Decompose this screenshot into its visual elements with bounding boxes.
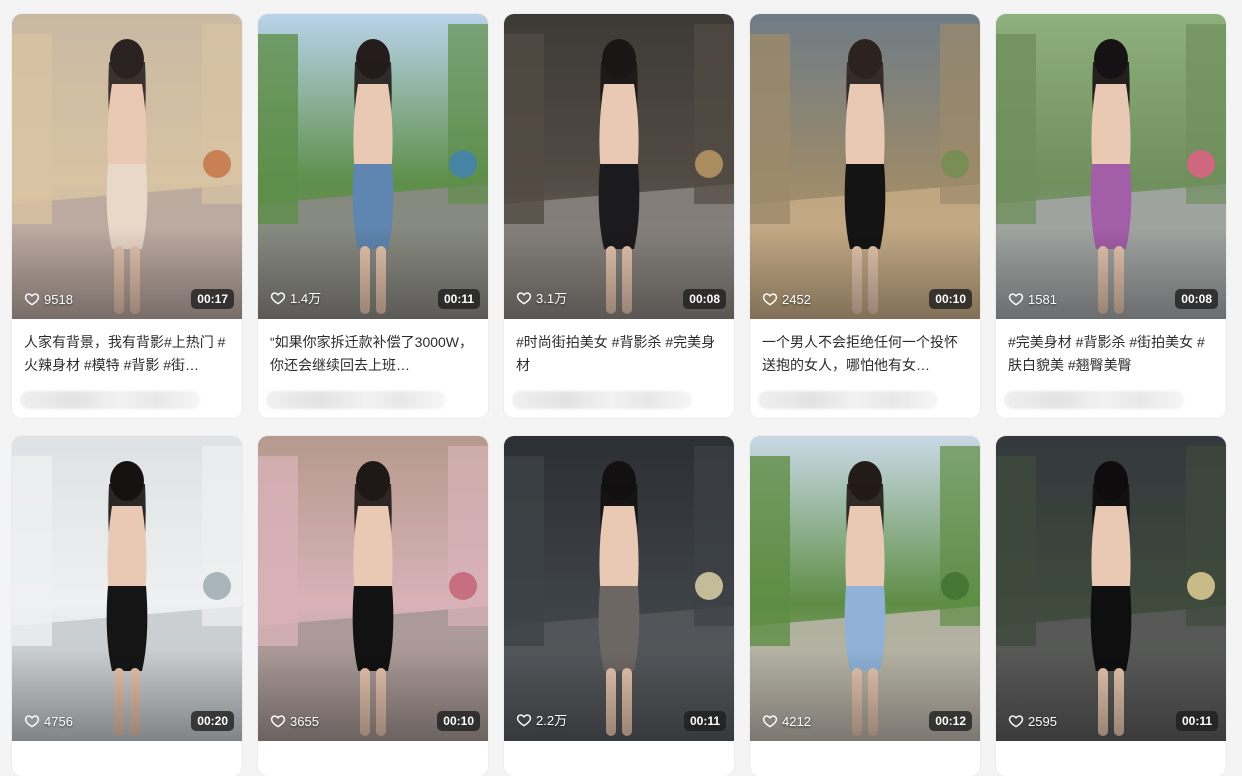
- video-thumbnail[interactable]: 4212 00:12: [750, 436, 980, 741]
- thumbnail-image: [12, 436, 242, 741]
- heart-icon: [24, 715, 40, 728]
- like-count-text: 4212: [782, 713, 811, 729]
- duration-badge: 00:11: [683, 711, 726, 731]
- thumbnail-image: [258, 436, 488, 741]
- thumbnail-image: [504, 14, 734, 319]
- video-thumbnail[interactable]: 9518 00:17: [12, 14, 242, 319]
- video-card[interactable]: 2.2万 00:11: [504, 436, 734, 776]
- video-thumbnail[interactable]: 4756 00:20: [12, 436, 242, 741]
- like-count-text: 2452: [782, 291, 811, 307]
- like-count: 1581: [1008, 291, 1057, 307]
- video-card[interactable]: 9518 00:17 人家有背景，我有背影#上热门 #火辣身材 #模特 #背影 …: [12, 14, 242, 418]
- video-card[interactable]: 2452 00:10 一个男人不会拒绝任何一个投怀送抱的女人，哪怕他有女…: [750, 14, 980, 418]
- author-blurred: [512, 391, 692, 409]
- like-count-text: 1.4万: [290, 291, 322, 306]
- like-count: 3.1万: [516, 288, 567, 307]
- heart-icon: [762, 715, 778, 728]
- heart-icon: [516, 713, 532, 726]
- video-thumbnail[interactable]: 1.4万 00:11: [258, 14, 488, 319]
- thumbnail-image: [258, 14, 488, 319]
- like-count: 3655: [270, 713, 319, 729]
- like-count-text: 9518: [44, 291, 73, 307]
- thumbnail-image: [504, 436, 734, 741]
- video-title[interactable]: #时尚街拍美女 #背影杀 #完美身材: [516, 331, 722, 377]
- like-count: 2.2万: [516, 710, 567, 729]
- like-count-text: 2.2万: [536, 713, 568, 728]
- video-card[interactable]: 2595 00:11: [996, 436, 1226, 776]
- video-thumbnail[interactable]: 1581 00:08: [996, 14, 1226, 319]
- like-count: 2452: [762, 291, 811, 307]
- duration-badge: 00:12: [929, 711, 972, 731]
- video-card[interactable]: 3.1万 00:08 #时尚街拍美女 #背影杀 #完美身材: [504, 14, 734, 418]
- like-count: 1.4万: [270, 288, 321, 307]
- video-title[interactable]: #完美身材 #背影杀 #街拍美女 #肤白貌美 #翘臀美臀: [1008, 331, 1214, 377]
- author-blurred: [20, 391, 200, 409]
- video-title[interactable]: 一个男人不会拒绝任何一个投怀送抱的女人，哪怕他有女…: [762, 331, 968, 377]
- video-grid: 9518 00:17 人家有背景，我有背影#上热门 #火辣身材 #模特 #背影 …: [0, 0, 1242, 776]
- heart-icon: [762, 293, 778, 306]
- like-count-text: 3.1万: [536, 291, 568, 306]
- like-count: 2595: [1008, 713, 1057, 729]
- duration-badge: 00:17: [191, 289, 234, 309]
- thumbnail-image: [996, 14, 1226, 319]
- video-card[interactable]: 4212 00:12: [750, 436, 980, 776]
- video-card[interactable]: 3655 00:10: [258, 436, 488, 776]
- video-card[interactable]: 1581 00:08 #完美身材 #背影杀 #街拍美女 #肤白貌美 #翘臀美臀: [996, 14, 1226, 418]
- video-title[interactable]: “如果你家拆迁款补偿了3000W，你还会继续回去上班…: [270, 331, 476, 377]
- like-count-text: 3655: [290, 713, 319, 729]
- thumbnail-image: [12, 14, 242, 319]
- heart-icon: [1008, 715, 1024, 728]
- heart-icon: [1008, 293, 1024, 306]
- duration-badge: 00:08: [1175, 289, 1218, 309]
- duration-badge: 00:10: [437, 711, 480, 731]
- video-card[interactable]: 4756 00:20: [12, 436, 242, 776]
- video-thumbnail[interactable]: 3.1万 00:08: [504, 14, 734, 319]
- author-blurred: [266, 391, 446, 409]
- heart-icon: [24, 293, 40, 306]
- thumbnail-image: [750, 436, 980, 741]
- duration-badge: 00:10: [929, 289, 972, 309]
- video-thumbnail[interactable]: 2452 00:10: [750, 14, 980, 319]
- duration-badge: 00:08: [683, 289, 726, 309]
- duration-badge: 00:11: [437, 289, 480, 309]
- like-count-text: 4756: [44, 713, 73, 729]
- like-count: 4212: [762, 713, 811, 729]
- video-card[interactable]: 1.4万 00:11 “如果你家拆迁款补偿了3000W，你还会继续回去上班…: [258, 14, 488, 418]
- heart-icon: [516, 291, 532, 304]
- like-count-text: 1581: [1028, 291, 1057, 307]
- thumbnail-image: [996, 436, 1226, 741]
- author-blurred: [1004, 391, 1184, 409]
- video-title[interactable]: 人家有背景，我有背影#上热门 #火辣身材 #模特 #背影 #街…: [24, 331, 230, 377]
- video-thumbnail[interactable]: 2.2万 00:11: [504, 436, 734, 741]
- duration-badge: 00:20: [191, 711, 234, 731]
- like-count-text: 2595: [1028, 713, 1057, 729]
- heart-icon: [270, 715, 286, 728]
- like-count: 9518: [24, 291, 73, 307]
- thumbnail-image: [750, 14, 980, 319]
- video-thumbnail[interactable]: 2595 00:11: [996, 436, 1226, 741]
- video-thumbnail[interactable]: 3655 00:10: [258, 436, 488, 741]
- heart-icon: [270, 291, 286, 304]
- author-blurred: [758, 391, 938, 409]
- duration-badge: 00:11: [1175, 711, 1218, 731]
- like-count: 4756: [24, 713, 73, 729]
